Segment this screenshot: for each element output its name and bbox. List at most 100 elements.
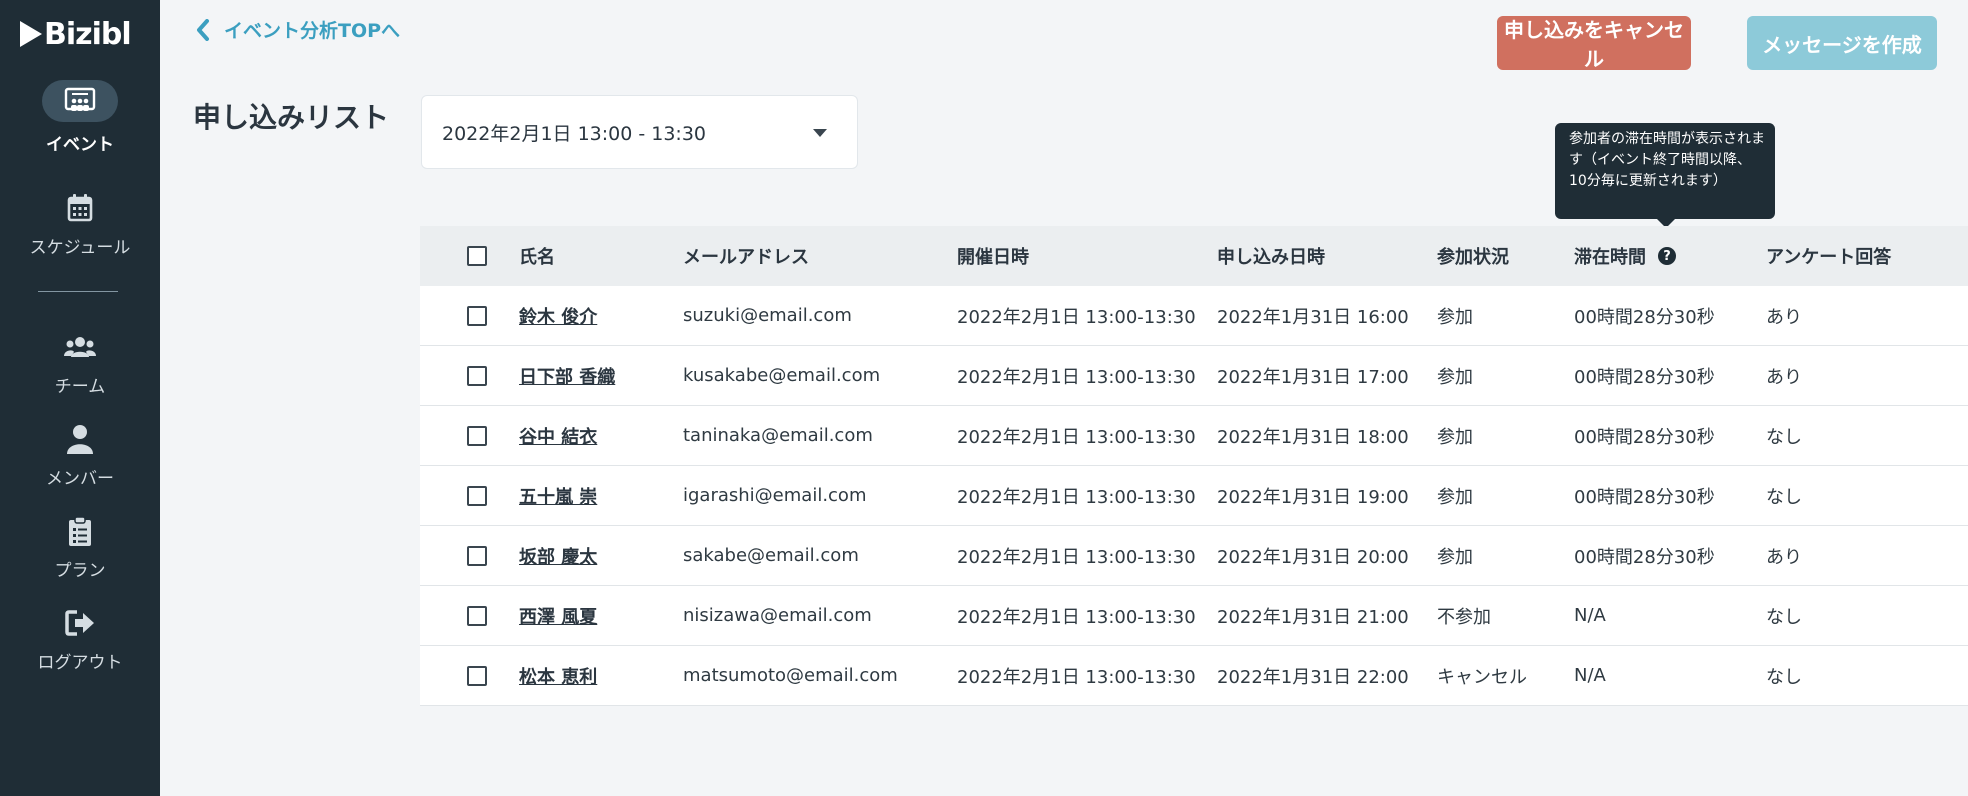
- row-checkbox[interactable]: [467, 665, 487, 686]
- participant-name-link[interactable]: 日下部 香織: [519, 363, 615, 389]
- participant-name-link[interactable]: 西澤 風夏: [519, 603, 597, 629]
- logo-text: Bizibl: [44, 16, 132, 52]
- status-cell: 参加: [1437, 546, 1473, 568]
- status-cell: 参加: [1437, 306, 1473, 328]
- stay-cell: N/A: [1574, 605, 1606, 626]
- sidebar-item-label: チーム: [54, 377, 106, 397]
- sidebar-divider: [38, 291, 118, 292]
- row-checkbox[interactable]: [467, 545, 487, 566]
- header-survey[interactable]: アンケート回答: [1766, 243, 1891, 269]
- sidebar-item-logout[interactable]: ログアウト: [0, 606, 160, 673]
- cancel-application-button[interactable]: 申し込みをキャンセル: [1497, 16, 1691, 71]
- sidebar-item-plan[interactable]: プラン: [0, 514, 160, 581]
- stay-cell: 00時間28分30秒: [1574, 426, 1715, 448]
- row-checkbox[interactable]: [467, 605, 487, 626]
- header-status[interactable]: 参加状況: [1437, 243, 1509, 269]
- status-cell: キャンセル: [1437, 666, 1527, 688]
- stay-cell: 00時間28分30秒: [1574, 486, 1715, 508]
- sidebar-item-label: スケジュール: [29, 238, 131, 258]
- header-name[interactable]: 氏名: [519, 243, 555, 269]
- header-applied[interactable]: 申し込み日時: [1217, 243, 1325, 269]
- back-to-event-analysis-link[interactable]: イベント分析TOPへ: [196, 16, 400, 43]
- applied-cell: 2022年1月31日 16:00: [1217, 306, 1409, 328]
- sidebar-item-label: メンバー: [46, 469, 114, 489]
- email-cell: sakabe@email.com: [683, 545, 859, 566]
- event-icon: [42, 80, 118, 122]
- row-checkbox[interactable]: [467, 425, 487, 446]
- stay-cell: 00時間28分30秒: [1574, 366, 1715, 388]
- survey-cell: なし: [1766, 426, 1802, 448]
- back-link-label: イベント分析TOPへ: [224, 20, 401, 42]
- page-title: 申し込みリスト: [193, 101, 390, 134]
- status-cell: 参加: [1437, 486, 1473, 508]
- table-row: 谷中 結衣 taninaka@email.com 2022年2月1日 13:00…: [420, 406, 1968, 466]
- header-stay-label[interactable]: 滞在時間: [1574, 243, 1646, 269]
- applied-cell: 2022年1月31日 17:00: [1217, 366, 1409, 388]
- play-logo-icon: [20, 21, 42, 47]
- participant-name-link[interactable]: 谷中 結衣: [519, 423, 597, 449]
- select-all-checkbox[interactable]: [467, 246, 487, 266]
- header-stay: 滞在時間 ?: [1574, 243, 1676, 269]
- applied-cell: 2022年1月31日 19:00: [1217, 486, 1409, 508]
- status-cell: 参加: [1437, 366, 1473, 388]
- create-message-button[interactable]: メッセージを作成: [1747, 16, 1937, 70]
- calendar-icon: [63, 191, 97, 225]
- stay-cell: 00時間28分30秒: [1574, 546, 1715, 568]
- team-icon: [63, 330, 97, 364]
- sidebar-item-label: プラン: [54, 561, 106, 581]
- help-icon[interactable]: ?: [1658, 247, 1676, 265]
- table-row: 五十嵐 崇 igarashi@email.com 2022年2月1日 13:00…: [420, 466, 1968, 526]
- participant-name-link[interactable]: 松本 恵利: [519, 663, 597, 689]
- held-cell: 2022年2月1日 13:00-13:30: [957, 666, 1196, 688]
- email-cell: igarashi@email.com: [683, 485, 867, 506]
- survey-cell: あり: [1766, 306, 1802, 328]
- participant-name-link[interactable]: 坂部 慶太: [519, 543, 597, 569]
- applied-cell: 2022年1月31日 20:00: [1217, 546, 1409, 568]
- held-cell: 2022年2月1日 13:00-13:30: [957, 306, 1196, 328]
- held-cell: 2022年2月1日 13:00-13:30: [957, 546, 1196, 568]
- logout-icon: [63, 606, 97, 640]
- row-checkbox[interactable]: [467, 485, 487, 506]
- header-held[interactable]: 開催日時: [957, 243, 1029, 269]
- table-header-row: 氏名 メールアドレス 開催日時 申し込み日時 参加状況 滞在時間 ? アンケート…: [420, 226, 1968, 286]
- applied-cell: 2022年1月31日 18:00: [1217, 426, 1409, 448]
- status-cell: 不参加: [1437, 606, 1491, 628]
- sidebar-item-label: ログアウト: [37, 653, 123, 673]
- bizibl-logo[interactable]: Bizibl: [20, 14, 132, 54]
- table-row: 西澤 風夏 nisizawa@email.com 2022年2月1日 13:00…: [420, 586, 1968, 646]
- email-cell: nisizawa@email.com: [683, 605, 872, 626]
- stay-cell: 00時間28分30秒: [1574, 306, 1715, 328]
- sidebar-item-label: イベント: [46, 135, 114, 155]
- survey-cell: なし: [1766, 606, 1802, 628]
- clipboard-icon: [63, 514, 97, 548]
- header-email[interactable]: メールアドレス: [683, 243, 809, 269]
- row-checkbox[interactable]: [467, 365, 487, 386]
- session-select-value: 2022年2月1日 13:00 - 13:30: [442, 122, 707, 145]
- held-cell: 2022年2月1日 13:00-13:30: [957, 426, 1196, 448]
- survey-cell: なし: [1766, 666, 1802, 688]
- sidebar-item-team[interactable]: チーム: [0, 330, 160, 397]
- status-cell: 参加: [1437, 426, 1473, 448]
- row-checkbox[interactable]: [467, 305, 487, 326]
- participant-name-link[interactable]: 五十嵐 崇: [519, 483, 597, 509]
- table-row: 松本 恵利 matsumoto@email.com 2022年2月1日 13:0…: [420, 646, 1968, 706]
- participant-name-link[interactable]: 鈴木 俊介: [519, 303, 597, 329]
- held-cell: 2022年2月1日 13:00-13:30: [957, 606, 1196, 628]
- session-select[interactable]: 2022年2月1日 13:00 - 13:30: [421, 95, 858, 169]
- sidebar-item-member[interactable]: メンバー: [0, 422, 160, 489]
- sidebar-item-event[interactable]: イベント: [0, 80, 160, 155]
- table-row: 鈴木 俊介 suzuki@email.com 2022年2月1日 13:00-1…: [420, 286, 1968, 346]
- email-cell: suzuki@email.com: [683, 305, 852, 326]
- applied-cell: 2022年1月31日 21:00: [1217, 606, 1409, 628]
- table-row: 坂部 慶太 sakabe@email.com 2022年2月1日 13:00-1…: [420, 526, 1968, 586]
- sidebar-item-schedule[interactable]: スケジュール: [0, 191, 160, 258]
- held-cell: 2022年2月1日 13:00-13:30: [957, 486, 1196, 508]
- email-cell: taninaka@email.com: [683, 425, 873, 446]
- survey-cell: なし: [1766, 486, 1802, 508]
- sidebar: Bizibl イベント スケジュール チーム メンバー プラン ログアウト: [0, 0, 160, 796]
- email-cell: matsumoto@email.com: [683, 665, 898, 686]
- held-cell: 2022年2月1日 13:00-13:30: [957, 366, 1196, 388]
- stay-cell: N/A: [1574, 665, 1606, 686]
- table-row: 日下部 香織 kusakabe@email.com 2022年2月1日 13:0…: [420, 346, 1968, 406]
- email-cell: kusakabe@email.com: [683, 365, 881, 386]
